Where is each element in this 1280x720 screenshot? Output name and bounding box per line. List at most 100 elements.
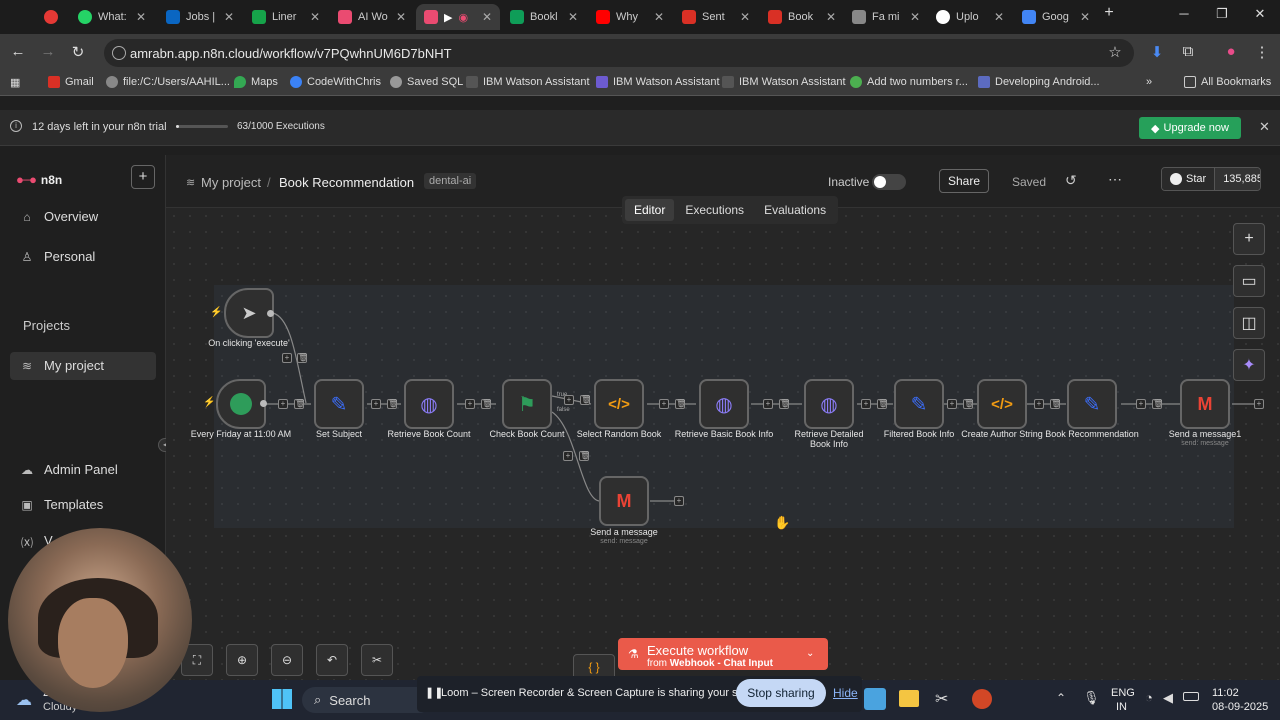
delete-connection-button[interactable]: 🗑: [579, 451, 590, 461]
upgrade-button[interactable]: ◆ Upgrade now: [1139, 117, 1241, 139]
workflow-tag[interactable]: dental-ai: [424, 173, 477, 189]
delete-connection-button[interactable]: 🗑: [1152, 399, 1163, 409]
output-handle[interactable]: [267, 310, 274, 317]
node-select-random-book[interactable]: </>: [594, 379, 644, 429]
bookmark-item[interactable]: IBM Watson Assistant: [596, 76, 720, 88]
add-node-button[interactable]: +: [278, 399, 288, 409]
extension-download-icon[interactable]: ⬇: [1147, 43, 1167, 61]
close-icon[interactable]: ✕: [224, 10, 234, 24]
add-node-button[interactable]: +: [861, 399, 871, 409]
sidebar-item-admin-panel[interactable]: ☁ Admin Panel: [20, 462, 118, 477]
execute-workflow-button[interactable]: ⚗ Execute workflow from Webhook - Chat I…: [618, 638, 828, 670]
node-book-recommendation[interactable]: ✎: [1067, 379, 1117, 429]
bookmark-item[interactable]: Add two numbers r...: [850, 76, 968, 88]
browser-tab[interactable]: Sent ✕: [674, 4, 758, 30]
site-info-icon[interactable]: [112, 46, 126, 60]
active-toggle[interactable]: [872, 174, 906, 190]
node-retrieve-basic-book-info[interactable]: ◍: [699, 379, 749, 429]
zoom-in-button[interactable]: ⊕: [226, 644, 258, 676]
bookmark-item[interactable]: Developing Android...: [978, 76, 1100, 88]
profile-avatar[interactable]: ●: [1221, 43, 1241, 60]
close-icon[interactable]: ✕: [910, 10, 920, 24]
reload-button[interactable]: ↻: [68, 43, 88, 61]
add-node-button[interactable]: +: [659, 399, 669, 409]
delete-connection-button[interactable]: 🗑: [481, 399, 492, 409]
workflow-title[interactable]: Book Recommendation: [279, 175, 414, 190]
add-node-button[interactable]: +: [674, 496, 684, 506]
zoom-out-button[interactable]: ⊖: [271, 644, 303, 676]
close-icon[interactable]: ✕: [568, 10, 578, 24]
microphone-icon[interactable]: 🎙: [1083, 690, 1100, 706]
apps-icon[interactable]: ▦: [10, 76, 20, 89]
delete-connection-button[interactable]: 🗑: [675, 399, 686, 409]
battery-icon[interactable]: [1183, 692, 1199, 701]
bookmark-item[interactable]: Gmail: [48, 76, 94, 88]
browser-tab[interactable]: Book ✕: [760, 4, 844, 30]
browser-tab[interactable]: AI Wo ✕: [330, 4, 414, 30]
n8n-logo[interactable]: ●─● n8n: [16, 172, 62, 187]
browser-tab[interactable]: What: ✕: [70, 4, 154, 30]
browser-tab[interactable]: Liner ✕: [244, 4, 328, 30]
close-icon[interactable]: ✕: [310, 10, 320, 24]
node-send-message[interactable]: M: [599, 476, 649, 526]
close-icon[interactable]: ✕: [994, 10, 1004, 24]
maximize-button[interactable]: ❐: [1202, 6, 1242, 28]
all-bookmarks-button[interactable]: All Bookmarks: [1184, 76, 1271, 88]
chevron-down-icon[interactable]: ⌄: [806, 648, 814, 659]
forward-button[interactable]: →: [38, 43, 58, 60]
photos-app-icon[interactable]: [864, 688, 886, 710]
node-create-author-string[interactable]: </>: [977, 379, 1027, 429]
add-node-button[interactable]: +: [1254, 399, 1264, 409]
close-icon[interactable]: ✕: [1080, 10, 1090, 24]
close-banner-icon[interactable]: ✕: [1259, 119, 1270, 135]
workflow-canvas[interactable]: Editor Executions Evaluations ➤ ⚡ On cli…: [166, 196, 1280, 685]
browser-tab[interactable]: Goog ✕: [1014, 4, 1098, 30]
wifi-icon[interactable]: ◔: [1145, 690, 1153, 705]
breadcrumb-project[interactable]: My project: [201, 175, 261, 190]
output-handle[interactable]: [260, 400, 267, 407]
node-send-message-1[interactable]: M: [1180, 379, 1230, 429]
close-icon[interactable]: ✕: [654, 10, 664, 24]
browser-tab[interactable]: [36, 4, 66, 30]
add-node-button[interactable]: +: [947, 399, 957, 409]
ai-assistant-button[interactable]: ✦: [1233, 349, 1265, 381]
add-node-button[interactable]: +: [564, 395, 574, 405]
add-node-button[interactable]: +: [282, 353, 292, 363]
add-node-button[interactable]: +: [465, 399, 475, 409]
close-icon[interactable]: ✕: [482, 10, 492, 24]
add-node-button[interactable]: +: [763, 399, 773, 409]
more-options-icon[interactable]: ⋯: [1108, 171, 1122, 188]
snipping-tool-icon[interactable]: ✂: [935, 689, 948, 709]
bookmark-star-icon[interactable]: ☆: [1105, 43, 1125, 61]
close-icon[interactable]: ✕: [826, 10, 836, 24]
windows-start-icon[interactable]: [272, 689, 292, 709]
close-icon[interactable]: ✕: [740, 10, 750, 24]
delete-connection-button[interactable]: 🗑: [294, 399, 305, 409]
window-close-button[interactable]: ✕: [1240, 6, 1280, 28]
language-code[interactable]: ENG: [1111, 687, 1135, 699]
browser-tab[interactable]: Bookl ✕: [502, 4, 586, 30]
delete-connection-button[interactable]: 🗑: [963, 399, 974, 409]
close-icon[interactable]: ✕: [136, 10, 146, 24]
bookmark-item[interactable]: CodeWithChris: [290, 76, 381, 88]
sticky-note-button[interactable]: ▭: [1233, 265, 1265, 297]
sidebar-item-my-project-content[interactable]: ≋ My project: [20, 358, 104, 373]
new-tab-button[interactable]: +: [1098, 4, 1120, 26]
volume-icon[interactable]: ◀: [1163, 690, 1173, 706]
sidebar-item-personal[interactable]: ♙ Personal: [20, 249, 96, 264]
chevron-up-icon[interactable]: ⌃: [1056, 691, 1066, 705]
add-node-button[interactable]: +: [563, 451, 573, 461]
sidebar-item-templates[interactable]: ▣ Templates: [20, 497, 103, 512]
node-schedule-trigger[interactable]: [216, 379, 266, 429]
add-node-button[interactable]: +: [1136, 399, 1146, 409]
panel-toggle-button[interactable]: ◫: [1233, 307, 1265, 339]
sidebar-item-overview[interactable]: ⌂ Overview: [20, 209, 98, 224]
clock-date[interactable]: 08-09-2025: [1212, 701, 1268, 713]
tidy-up-button[interactable]: ✂: [361, 644, 393, 676]
node-retrieve-detailed-book-info[interactable]: ◍: [804, 379, 854, 429]
close-icon[interactable]: ✕: [396, 10, 406, 24]
delete-connection-button[interactable]: 🗑: [297, 353, 308, 363]
language-region[interactable]: IN: [1116, 701, 1127, 713]
bookmark-item[interactable]: Maps: [234, 76, 278, 88]
node-set-subject[interactable]: ✎: [314, 379, 364, 429]
